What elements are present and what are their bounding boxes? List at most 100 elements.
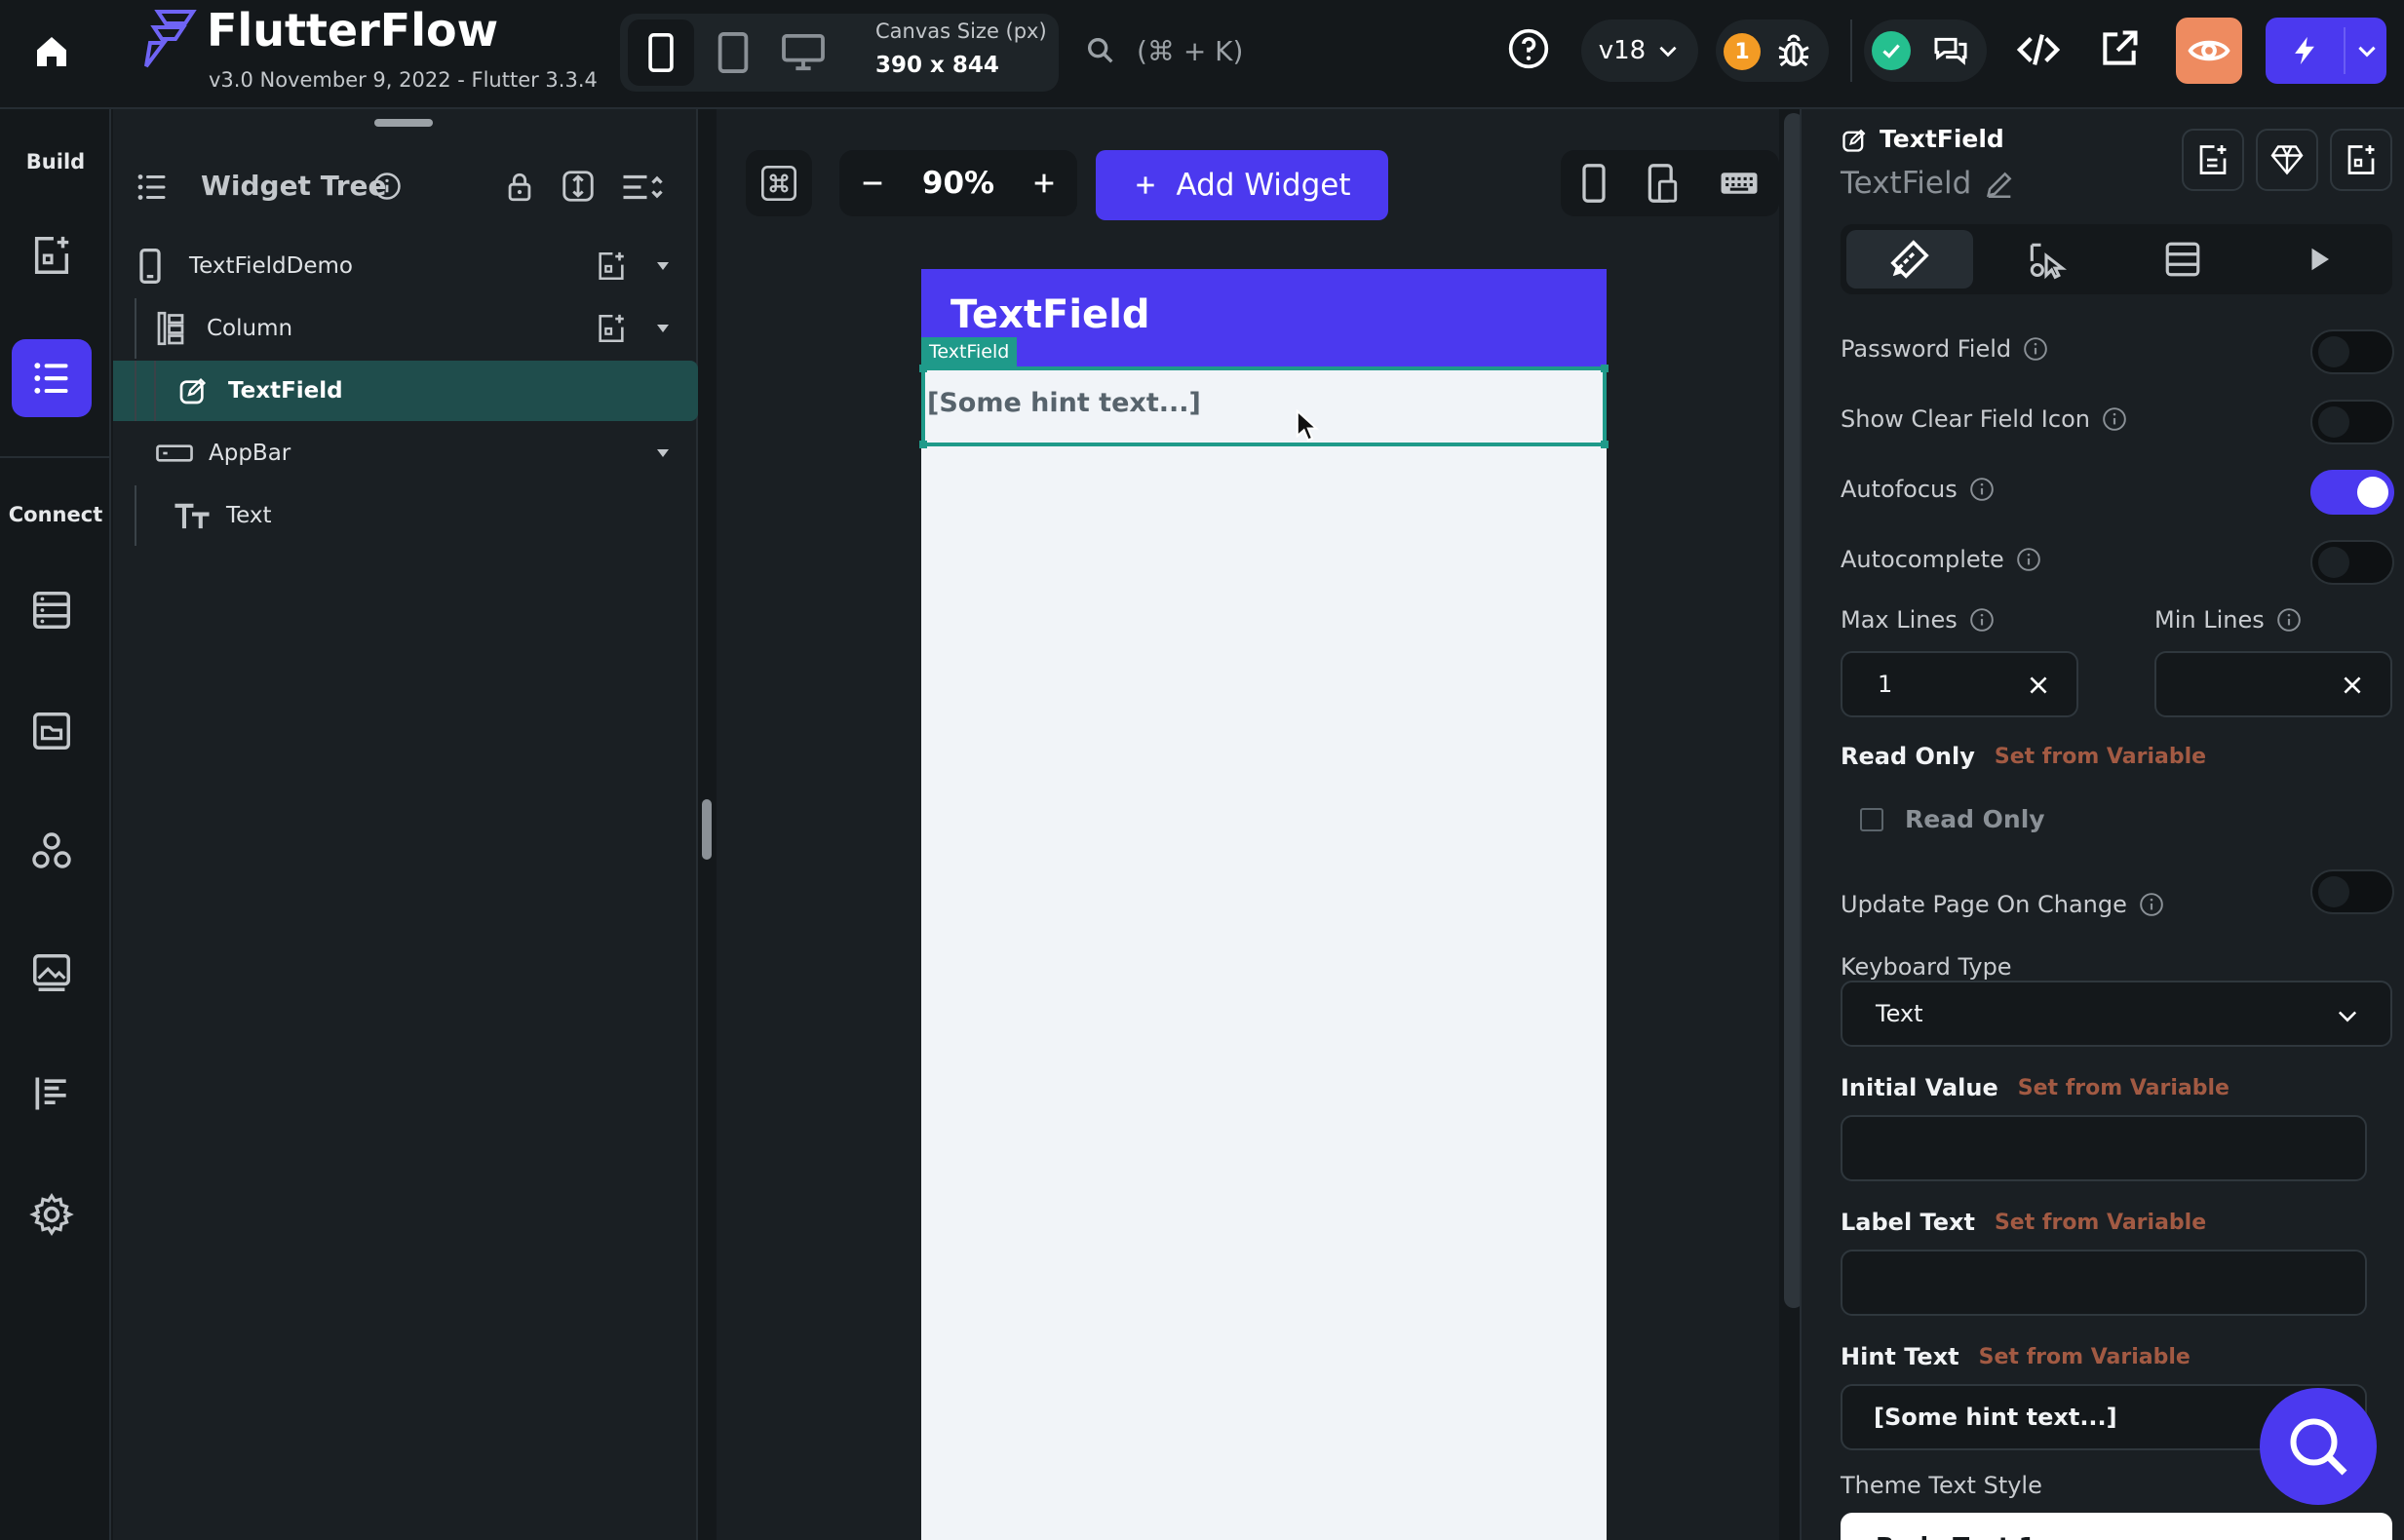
run-button[interactable] [2266, 18, 2344, 84]
shortcuts-button[interactable] [746, 150, 812, 216]
resize-handle[interactable] [1601, 365, 1609, 372]
keyboard-icon[interactable] [1720, 169, 1759, 198]
theme-text-style-select[interactable]: Body Text 1 [1841, 1513, 2392, 1540]
issues-count: 1 [1734, 39, 1750, 64]
code-view-button[interactable] [2016, 27, 2061, 72]
rail-integrations-button[interactable] [12, 813, 92, 891]
set-from-variable-link[interactable]: Set from Variable [1995, 745, 2206, 769]
phone-device-button[interactable] [628, 19, 694, 86]
set-from-variable-link[interactable]: Set from Variable [2018, 1076, 2230, 1100]
preview-button[interactable] [2176, 18, 2242, 84]
show-clear-label: Show Clear Field Icon [1841, 405, 2127, 433]
convert-component-button[interactable] [2256, 129, 2318, 191]
zoom-in-icon[interactable] [1030, 170, 1058, 197]
folder-icon [33, 712, 70, 750]
initial-value-text: Initial Value [1841, 1074, 1998, 1101]
autofocus-label: Autofocus [1841, 476, 1995, 503]
flutterflow-logo-icon [136, 6, 199, 68]
issues-button[interactable]: 1 [1716, 19, 1829, 82]
info-icon[interactable] [2016, 547, 2041, 572]
tree-options-icon[interactable] [620, 170, 665, 205]
caret-down-icon[interactable] [655, 322, 671, 335]
rail-media-button[interactable] [12, 934, 92, 1012]
pencil-icon[interactable] [1983, 168, 2016, 201]
min-lines-input[interactable] [2154, 651, 2392, 717]
run-options-button[interactable] [2347, 18, 2386, 84]
autofocus-toggle[interactable] [2310, 470, 2394, 515]
connect-section-label: Connect [8, 503, 103, 526]
tab-properties[interactable] [1846, 230, 1973, 289]
update-page-toggle[interactable] [2310, 869, 2394, 914]
password-field-toggle[interactable] [2310, 329, 2394, 374]
rail-add-page-button[interactable] [12, 216, 92, 294]
caret-down-icon[interactable] [655, 259, 671, 273]
max-lines-text: Max Lines [1841, 606, 1958, 634]
close-icon[interactable] [2026, 673, 2051, 698]
tree-row-column[interactable]: Column [113, 298, 698, 359]
caret-down-icon[interactable] [655, 446, 671, 460]
compile-status-button[interactable] [1872, 31, 1911, 70]
info-icon[interactable] [2023, 336, 2048, 362]
tree-row-appbar[interactable]: AppBar [113, 423, 698, 483]
rail-theme-button[interactable] [12, 1055, 92, 1133]
tree-row-page[interactable]: TextFieldDemo [113, 236, 698, 296]
info-icon[interactable] [1969, 607, 1995, 633]
max-lines-input[interactable]: 1 [1841, 651, 2078, 717]
status-comments-group [1864, 19, 1987, 82]
read-only-checkbox[interactable]: Read Only [1860, 805, 2045, 833]
properties-tabs [1841, 224, 2392, 294]
comments-icon[interactable] [1930, 31, 1971, 70]
autocomplete-label: Autocomplete [1841, 546, 2041, 573]
label-text-input[interactable] [1841, 1250, 2367, 1316]
show-clear-toggle[interactable] [2310, 400, 2394, 444]
info-icon[interactable] [2102, 406, 2127, 432]
panel-drag-handle[interactable] [374, 119, 433, 127]
rail-storage-button[interactable] [12, 692, 92, 770]
close-icon[interactable] [2340, 673, 2365, 698]
add-to-library-button[interactable] [2182, 129, 2244, 191]
version-select[interactable]: v18 [1581, 19, 1698, 82]
preview-appbar[interactable]: TextField [921, 269, 1607, 366]
autocomplete-toggle[interactable] [2310, 540, 2394, 585]
search-trigger[interactable]: (⌘ + K) [1084, 21, 1376, 80]
initial-value-input[interactable] [1841, 1115, 2367, 1181]
tab-animations[interactable] [2256, 230, 2383, 289]
text-align-icon [35, 1077, 66, 1110]
phone-icon [139, 249, 161, 284]
info-icon[interactable] [1969, 477, 1995, 502]
set-from-variable-link[interactable]: Set from Variable [1995, 1211, 2206, 1235]
lock-icon[interactable] [503, 170, 536, 205]
open-external-button[interactable] [2098, 27, 2141, 70]
wrap-widget-button[interactable] [2330, 129, 2392, 191]
home-icon [37, 37, 66, 66]
rail-data-button[interactable] [12, 571, 92, 649]
preview-textfield[interactable]: [Some hint text...] [919, 365, 1609, 448]
resize-handle[interactable] [919, 365, 927, 372]
phone-landscape-icon[interactable] [1647, 164, 1680, 203]
add-widget-button[interactable]: Add Widget [1096, 150, 1388, 220]
panel-resize-handle[interactable] [702, 799, 712, 860]
home-button[interactable] [21, 21, 82, 82]
help-button[interactable] [1507, 27, 1554, 74]
tree-row-textfield[interactable]: TextField [113, 361, 698, 421]
expand-collapse-icon[interactable] [560, 168, 597, 205]
tab-actions[interactable] [1983, 230, 2110, 289]
keyboard-type-select[interactable]: Text [1841, 981, 2392, 1047]
set-from-variable-link[interactable]: Set from Variable [1979, 1345, 2191, 1369]
tab-backend-query[interactable] [2119, 230, 2246, 289]
info-icon[interactable] [372, 172, 402, 201]
info-icon[interactable] [2276, 607, 2302, 633]
desktop-device-button[interactable] [770, 19, 836, 86]
zoom-out-icon[interactable] [859, 170, 886, 197]
resize-handle[interactable] [919, 441, 927, 448]
tree-row-text[interactable]: Text [113, 485, 698, 546]
rail-settings-button[interactable] [12, 1175, 92, 1253]
floating-search-button[interactable] [2260, 1388, 2377, 1505]
phone-icon[interactable] [1581, 164, 1607, 203]
add-widget-icon[interactable] [595, 312, 628, 345]
rail-widget-tree-button[interactable] [12, 339, 92, 417]
tablet-device-button[interactable] [700, 19, 766, 86]
add-widget-icon[interactable] [595, 250, 628, 283]
info-icon[interactable] [2139, 892, 2164, 917]
resize-handle[interactable] [1601, 441, 1609, 448]
